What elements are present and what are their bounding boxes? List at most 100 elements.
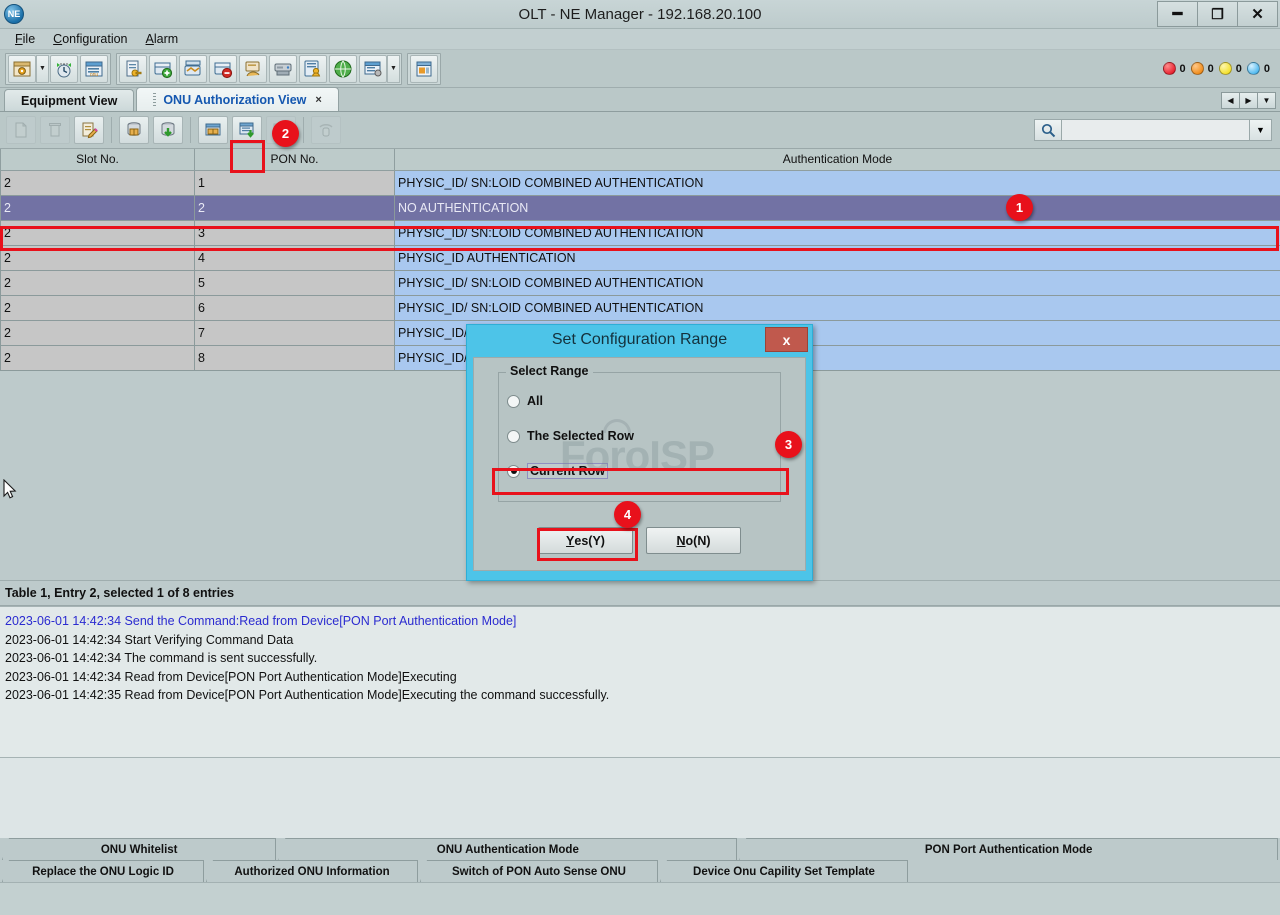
close-button[interactable]: ✕: [1237, 1, 1278, 27]
alarm-major-dot: [1191, 62, 1204, 75]
network-element-icon[interactable]: [8, 55, 36, 83]
edit-record-icon[interactable]: [74, 116, 104, 144]
cell-auth: PHYSIC_ID AUTHENTICATION: [395, 245, 1280, 270]
refresh-device-icon[interactable]: [311, 116, 341, 144]
menu-configuration[interactable]: Configuration: [44, 30, 136, 48]
search-area: ▼: [1034, 119, 1272, 141]
command-log-pane[interactable]: 2023-06-01 14:42:34 Send the Command:Rea…: [0, 606, 1280, 758]
cell-pon: 1: [195, 170, 395, 195]
yes-button[interactable]: Yes(Y): [538, 527, 633, 554]
alarm-critical[interactable]: 0: [1163, 62, 1186, 75]
radio-option-current-row[interactable]: Current Row: [507, 461, 608, 481]
cell-pon: 4: [195, 245, 395, 270]
onu-list-icon[interactable]: onu: [80, 55, 108, 83]
tab-close-icon[interactable]: ×: [315, 94, 321, 106]
save-database-icon[interactable]: [153, 116, 183, 144]
table-row[interactable]: 26PHYSIC_ID/ SN:LOID COMBINED AUTHENTICA…: [1, 295, 1280, 320]
bottom-tab-onu-whitelist[interactable]: ONU Whitelist: [2, 838, 276, 860]
bottom-tab-authorized-onu-information[interactable]: Authorized ONU Information: [206, 860, 418, 882]
cell-slot: 2: [1, 345, 195, 370]
read-database-icon[interactable]: [119, 116, 149, 144]
svg-text:onu: onu: [90, 72, 99, 78]
radio-current-row-icon[interactable]: [507, 465, 520, 478]
read-from-device-icon[interactable]: [232, 116, 262, 144]
panel-view-icon[interactable]: [410, 55, 438, 83]
dialog-button-bar: Yes(Y) No(N): [474, 527, 805, 554]
table-row[interactable]: 25PHYSIC_ID/ SN:LOID COMBINED AUTHENTICA…: [1, 270, 1280, 295]
menu-file-rest: ile: [23, 32, 36, 46]
radio-the-selected-row-icon[interactable]: [507, 430, 520, 443]
authorization-key-icon[interactable]: [119, 55, 147, 83]
cell-slot: 2: [1, 245, 195, 270]
column-header-pon-no[interactable]: PON No.: [195, 149, 395, 170]
bottom-tab-label: Authorized ONU Information: [234, 866, 389, 878]
bottom-tab-replace-onu-logic-id[interactable]: Replace the ONU Logic ID: [2, 860, 204, 882]
cell-auth: NO AUTHENTICATION: [395, 195, 1280, 220]
search-icon[interactable]: [1034, 119, 1062, 141]
no-button-mnemonic: N: [676, 534, 685, 548]
column-header-slot-no[interactable]: Slot No.: [1, 149, 195, 170]
alarm-major[interactable]: 0: [1191, 62, 1214, 75]
bottom-tab-label: ONU Authentication Mode: [437, 844, 579, 856]
tab-list-dropdown-button[interactable]: ▼: [1257, 92, 1276, 109]
cell-slot: 2: [1, 295, 195, 320]
table-row[interactable]: 23PHYSIC_ID/ SN:LOID COMBINED AUTHENTICA…: [1, 220, 1280, 245]
globe-icon[interactable]: [329, 55, 357, 83]
menu-bar: File Configuration Alarm: [0, 29, 1280, 50]
device-group-icon[interactable]: [179, 55, 207, 83]
dialog-title-bar: Set Configuration Range x: [467, 325, 812, 355]
delete-record-icon[interactable]: [40, 116, 70, 144]
tab-scroll-right-button[interactable]: ▶: [1239, 92, 1258, 109]
minimize-button[interactable]: ━: [1157, 1, 1198, 27]
bottom-tab-device-onu-capility-set-template[interactable]: Device Onu Capility Set Template: [660, 860, 908, 882]
new-record-icon[interactable]: [6, 116, 36, 144]
tab-onu-authorization-view-label: ONU Authorization View: [163, 93, 306, 107]
column-header-authentication-mode[interactable]: Authentication Mode: [395, 149, 1280, 170]
alarm-warning-dot: [1247, 62, 1260, 75]
no-button-label: o(N): [686, 534, 711, 548]
menu-configuration-rest: onfiguration: [62, 32, 127, 46]
bottom-tab-onu-authentication-mode[interactable]: ONU Authentication Mode: [278, 838, 737, 860]
radio-all-icon[interactable]: [507, 395, 520, 408]
cell-slot: 2: [1, 320, 195, 345]
tab-scroll-left-button[interactable]: ◀: [1221, 92, 1240, 109]
user-device-icon[interactable]: [299, 55, 327, 83]
radio-current-row-dot: [511, 468, 517, 474]
bottom-tab-pon-port-authentication-mode[interactable]: PON Port Authentication Mode: [739, 838, 1278, 860]
dialog-body: Select Range All The Selected Row Curren…: [473, 357, 806, 571]
add-device-icon[interactable]: [149, 55, 177, 83]
main-toolbar: ▼ onu: [0, 50, 1280, 88]
dialog-title: Set Configuration Range: [552, 331, 727, 349]
radio-option-all[interactable]: All: [507, 391, 543, 411]
log-line: 2023-06-01 14:42:35 Read from Device[PON…: [5, 686, 1280, 705]
no-button[interactable]: No(N): [646, 527, 741, 554]
bottom-tab-switch-of-pon-auto-sense-onu[interactable]: Switch of PON Auto Sense ONU: [420, 860, 658, 882]
timer-sync-icon[interactable]: [50, 55, 78, 83]
menu-file[interactable]: File: [6, 30, 44, 48]
table-status-text: Table 1, Entry 2, selected 1 of 8 entrie…: [5, 586, 234, 600]
report-settings-icon[interactable]: [359, 55, 387, 83]
cell-auth: PHYSIC_ID/ SN:LOID COMBINED AUTHENTICATI…: [395, 170, 1280, 195]
delete-device-icon[interactable]: [209, 55, 237, 83]
search-dropdown-button[interactable]: ▼: [1250, 119, 1272, 141]
maximize-button[interactable]: ❐: [1197, 1, 1238, 27]
table-row[interactable]: 21PHYSIC_ID/ SN:LOID COMBINED AUTHENTICA…: [1, 170, 1280, 195]
table-row[interactable]: 24PHYSIC_ID AUTHENTICATION: [1, 245, 1280, 270]
device-hand-icon[interactable]: [239, 55, 267, 83]
tab-onu-authorization-view[interactable]: ONU Authorization View ×: [136, 87, 339, 111]
alarm-minor[interactable]: 0: [1219, 62, 1242, 75]
alarm-minor-dot: [1219, 62, 1232, 75]
cell-slot: 2: [1, 220, 195, 245]
dialog-close-button[interactable]: x: [765, 327, 808, 352]
report-settings-dropdown[interactable]: ▼: [387, 55, 400, 83]
read-from-table-icon[interactable]: [198, 116, 228, 144]
search-input[interactable]: [1062, 119, 1250, 141]
server-rack-icon[interactable]: [269, 55, 297, 83]
table-row-selected[interactable]: 22NO AUTHENTICATION: [1, 195, 1280, 220]
annotation-badge-3: 3: [775, 431, 802, 458]
alarm-warning[interactable]: 0: [1247, 62, 1270, 75]
menu-alarm[interactable]: Alarm: [137, 30, 188, 48]
tab-equipment-view[interactable]: Equipment View: [4, 89, 134, 111]
network-element-dropdown[interactable]: ▼: [36, 55, 49, 83]
window-title: OLT - NE Manager - 192.168.20.100: [0, 6, 1280, 23]
